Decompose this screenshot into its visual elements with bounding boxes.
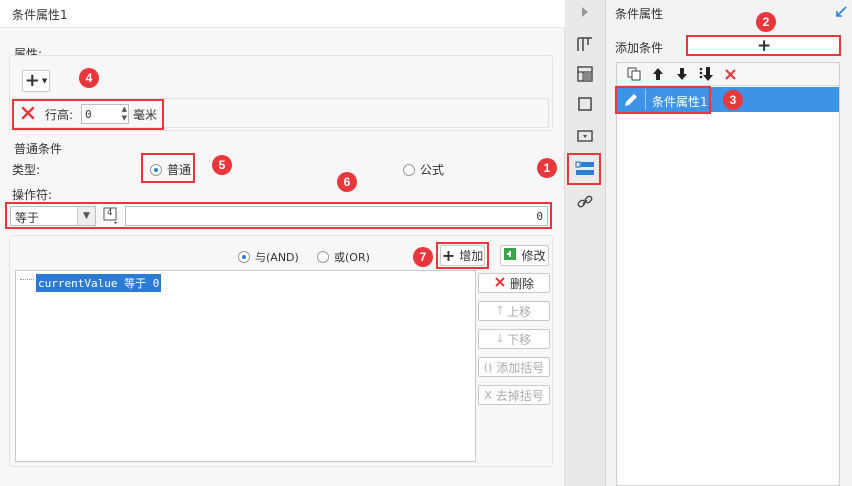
delete-icon[interactable] [721,65,739,83]
condition-item-label: 条件属性1 [652,95,708,109]
badge-7: 7 [413,247,433,267]
remove-bracket-button[interactable]: X 去掉括号 [478,385,550,405]
add-condition-button[interactable]: + [686,35,841,56]
add-button[interactable]: + 增加 [440,245,485,266]
delete-button[interactable]: 删除 [478,273,550,293]
type-formula-radio[interactable]: 公式 [403,161,444,178]
type-formula-label: 公式 [420,163,445,177]
pencil-icon [622,91,640,109]
type-normal-radio[interactable]: 普通 [150,161,191,178]
type-normal-label: 普通 [167,163,192,177]
item-divider [645,89,646,110]
row-height-input[interactable]: 0 ▲ ▼ [81,104,129,124]
add-condition-label: 添加条件 [615,41,664,55]
bracket-icon: () [483,360,493,374]
move-down-icon[interactable] [673,65,691,83]
dropdown-widget-icon[interactable] [573,124,597,148]
logic-or-label: 或(OR) [334,251,370,264]
logic-and-radio[interactable]: 与(AND) [238,249,299,265]
plus-icon: + [757,36,772,56]
pin-arrow-icon[interactable] [834,5,848,19]
operator-label: 操作符: [12,188,53,202]
row-height-label: 行高: [45,108,74,122]
items-toolbar [617,63,839,86]
modify-button[interactable]: 修改 [500,245,549,266]
plus-icon: + [441,245,456,265]
radio-selected-icon [150,163,162,176]
badge-1: 1 [537,158,557,178]
collapse-arrow-icon[interactable] [573,0,597,24]
condition-property-panel: 条件属性 添加条件 + 条件属性1 2 3 [606,0,852,486]
operator-select[interactable]: 等于 ▼ [10,206,96,226]
condition-attribute-icon[interactable] [573,157,597,181]
logic-or-radio[interactable]: 或(OR) [317,249,370,265]
add-bracket-button[interactable]: () 添加括号 [478,357,550,377]
radio-selected-icon [238,251,250,263]
badge-4: 4 [79,68,99,88]
dialog-title: 条件属性1 [0,0,565,28]
move-up-button[interactable]: 🡑 上移 [478,301,550,321]
row-height-unit: 毫米 [133,108,158,122]
add-property-dropdown[interactable]: + ▼ [22,70,50,92]
condition-dialog: 条件属性1 属性: + ▼ 行高: 0 ▲ ▼ 毫米 普通条件 类型: 普通 公… [0,0,565,486]
radio-unselected-icon [317,251,329,263]
delete-icon [494,276,506,291]
cell-style-icon[interactable] [573,62,597,86]
side-toolbar [565,0,606,486]
logic-and-label: 与(AND) [255,251,299,264]
move-up-icon[interactable] [649,65,667,83]
arrow-down-icon: 🡓 [496,330,504,345]
arrow-up-icon: 🡑 [496,302,504,317]
type-label: 类型: [12,163,41,177]
condition-value-input[interactable]: 0 [125,206,548,226]
chevron-down-icon: ▼ [77,207,95,225]
caret-down-icon: ▼ [41,77,48,85]
remove-property-icon[interactable] [20,105,36,121]
value-type-icon[interactable]: 4 [103,207,121,225]
badge-2: 2 [756,12,776,32]
move-bottom-icon[interactable] [697,65,715,83]
list-item[interactable]: currentValue 等于 0 [36,274,162,292]
condition-items-box [616,62,840,486]
spinner-down-icon[interactable]: ▼ [122,114,127,123]
remove-bracket-icon: X [484,388,492,402]
panel-title: 条件属性 [615,7,664,21]
badge-3: 3 [723,90,743,110]
badge-6: 6 [337,172,357,192]
widget-frame-icon[interactable] [573,92,597,116]
plus-icon: + [24,70,40,91]
tree-line [20,279,34,280]
edit-icon [503,247,517,264]
copy-icon[interactable] [625,65,643,83]
normal-condition-legend: 普通条件 [14,142,63,156]
hyperlink-icon[interactable] [573,190,597,214]
condition-list[interactable]: currentValue 等于 0 [15,270,476,462]
radio-unselected-icon [403,163,415,176]
badge-5: 5 [212,155,232,175]
cell-attribute-icon[interactable] [573,32,597,56]
spinner-up-icon[interactable]: ▲ [122,105,127,114]
move-down-button[interactable]: 🡓 下移 [478,329,550,349]
